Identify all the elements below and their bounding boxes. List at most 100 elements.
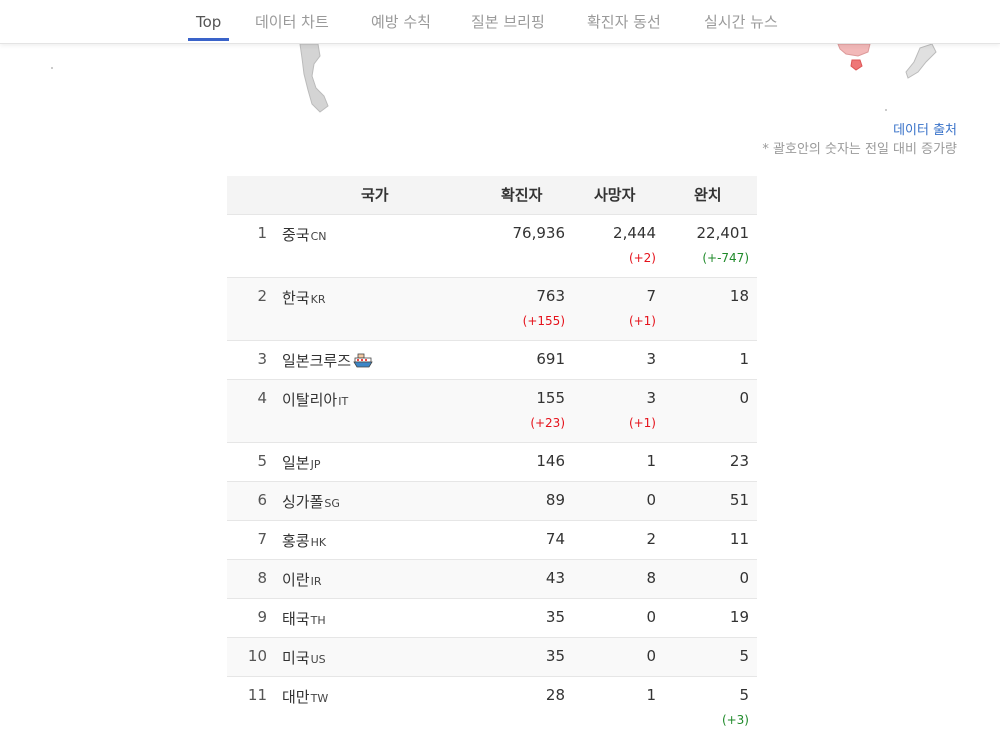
country-name: 싱가폴SG <box>282 491 340 512</box>
map-dot <box>885 109 887 111</box>
death-delta: (+1) <box>628 314 656 328</box>
tab-prevention[interactable]: 예방 수칙 <box>371 0 431 42</box>
confirmed-count: 35 <box>545 647 565 665</box>
tab-patient-routes[interactable]: 확진자 동선 <box>587 0 661 42</box>
confirmed-count: 74 <box>545 530 565 548</box>
country-code: KR <box>310 293 326 306</box>
table-row: 7 홍콩HK 74 2 11 <box>227 521 757 560</box>
cruise-ship-icon <box>353 352 373 372</box>
recovered-count: 1 <box>739 350 749 368</box>
recovered-count: 19 <box>729 608 749 626</box>
recovered-delta: (+3) <box>721 713 749 727</box>
map-dot <box>51 67 53 69</box>
rank: 4 <box>257 389 267 407</box>
tab-live-news[interactable]: 실시간 뉴스 <box>704 0 778 42</box>
country-label: 일본크루즈 <box>282 352 352 370</box>
country-label: 이탈리아 <box>282 391 338 409</box>
recovered-count: 22,401 <box>696 224 750 242</box>
recovered-count: 5 <box>739 686 749 704</box>
country-code: JP <box>310 458 321 471</box>
death-count: 1 <box>646 686 656 704</box>
rank: 1 <box>257 224 267 242</box>
world-map <box>51 44 937 113</box>
rank: 2 <box>257 287 267 305</box>
recovered-count: 51 <box>729 491 749 509</box>
confirmed-delta: (+23) <box>530 416 565 430</box>
tab-top[interactable]: Top <box>196 0 221 42</box>
tab-data-chart[interactable]: 데이터 차트 <box>255 0 329 42</box>
country-name: 한국KR <box>282 287 325 308</box>
header-confirmed: 확진자 <box>501 186 543 204</box>
confirmed-count: 89 <box>545 491 565 509</box>
table-row: 5 일본JP 146 1 23 <box>227 443 757 482</box>
confirmed-count: 155 <box>536 389 565 407</box>
tasmania-shape <box>850 59 863 71</box>
country-name: 태국TH <box>282 608 326 629</box>
table-row: 4 이탈리아IT 155 3 0 (+23) (+1) <box>227 380 757 443</box>
death-count: 0 <box>646 491 656 509</box>
country-label: 중국 <box>282 226 310 244</box>
country-label: 홍콩 <box>282 532 310 550</box>
rank: 8 <box>257 569 267 587</box>
confirmed-count: 691 <box>536 350 565 368</box>
tab-kcdc-briefing[interactable]: 질본 브리핑 <box>471 0 545 42</box>
recovered-count: 23 <box>729 452 749 470</box>
active-tab-indicator <box>188 38 229 41</box>
country-label: 이란 <box>282 571 310 589</box>
death-count: 7 <box>646 287 656 305</box>
page: Top 데이터 차트 예방 수칙 질본 브리핑 확진자 동선 실시간 뉴스 데이… <box>0 0 1000 737</box>
country-code: CN <box>310 230 327 243</box>
recovered-count: 0 <box>739 389 749 407</box>
rank: 10 <box>247 647 267 665</box>
recovered-count: 11 <box>729 530 749 548</box>
australia-shape <box>837 44 871 57</box>
table-row: 6 싱가폴SG 89 0 51 <box>227 482 757 521</box>
confirmed-count: 28 <box>545 686 565 704</box>
rank: 9 <box>257 608 267 626</box>
rank: 11 <box>247 686 267 704</box>
top-nav: Top 데이터 차트 예방 수칙 질본 브리핑 확진자 동선 실시간 뉴스 <box>0 0 1000 44</box>
confirmed-delta: (+155) <box>522 314 565 328</box>
country-name: 이란IR <box>282 569 322 590</box>
header-country: 국가 <box>361 186 389 204</box>
confirmed-count: 76,936 <box>512 224 566 242</box>
delta-note: * 괄호안의 숫자는 전일 대비 증가량 <box>762 142 957 157</box>
header-recovered: 완치 <box>694 186 722 204</box>
country-code: HK <box>310 536 327 549</box>
death-count: 3 <box>646 389 656 407</box>
country-name: 미국US <box>282 647 326 668</box>
country-label: 대만 <box>282 688 310 706</box>
country-name: 중국CN <box>282 224 327 245</box>
country-label: 태국 <box>282 610 310 628</box>
country-label: 한국 <box>282 289 310 307</box>
table-row: 1 중국CN 76,936 2,444 22,401 (+2) (+-747) <box>227 215 757 278</box>
country-stats-table: 국가 확진자 사망자 완치 1 중국CN 76,936 2,444 22,401… <box>227 176 757 737</box>
south-america-shape <box>299 44 329 113</box>
new-zealand-shape <box>905 44 937 79</box>
death-count: 1 <box>646 452 656 470</box>
rank: 7 <box>257 530 267 548</box>
country-code: SG <box>324 497 340 510</box>
death-delta: (+2) <box>628 251 656 265</box>
country-label: 미국 <box>282 649 310 667</box>
confirmed-count: 35 <box>545 608 565 626</box>
death-count: 3 <box>646 350 656 368</box>
confirmed-count: 146 <box>536 452 565 470</box>
table-row: 10 미국US 35 0 5 <box>227 638 757 677</box>
country-label: 싱가폴 <box>282 493 324 511</box>
death-count: 2,444 <box>613 224 656 242</box>
death-delta: (+1) <box>628 416 656 430</box>
country-code: TW <box>310 692 329 705</box>
data-source-link[interactable]: 데이터 출처 <box>893 119 957 138</box>
rank: 3 <box>257 350 267 368</box>
confirmed-count: 43 <box>545 569 565 587</box>
country-code: IT <box>338 395 349 408</box>
country-label: 일본 <box>282 454 310 472</box>
country-name: 일본JP <box>282 452 321 473</box>
table-row: 8 이란IR 43 8 0 <box>227 560 757 599</box>
rank: 6 <box>257 491 267 509</box>
country-name: 홍콩HK <box>282 530 326 551</box>
confirmed-count: 763 <box>536 287 565 305</box>
table-row: 9 태국TH 35 0 19 <box>227 599 757 638</box>
death-count: 0 <box>646 608 656 626</box>
